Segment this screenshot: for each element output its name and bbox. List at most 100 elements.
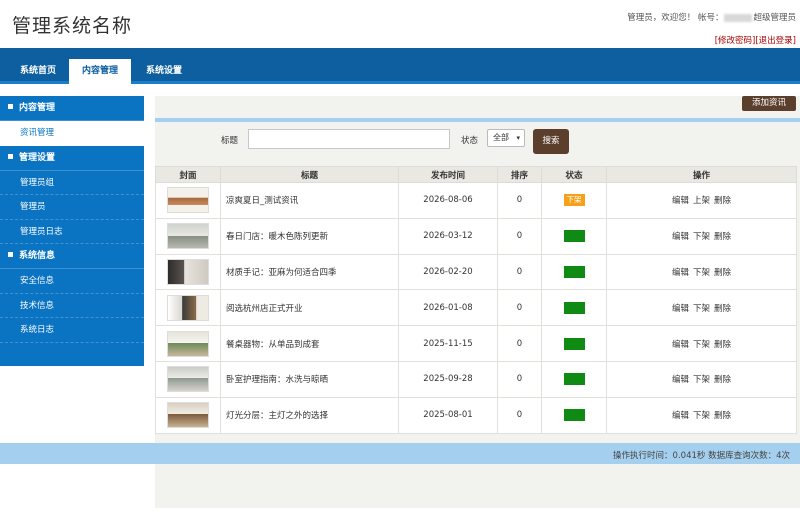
edit-link[interactable]: 编辑: [672, 411, 689, 421]
cover-cell: [155, 217, 221, 255]
sidebar-group-label: 内容管理: [19, 103, 56, 113]
site-title: 管理系统名称: [12, 15, 133, 37]
cover-cell: [155, 396, 221, 434]
news-table: 封面 标题 发布时间 排序 状态 操作 凉爽夏日_测试资讯 2026-08-06 0…: [155, 166, 797, 434]
date-cell: 2025-11-15: [398, 325, 498, 362]
edit-link[interactable]: 编辑: [672, 268, 689, 278]
col-actions: 操作: [606, 166, 797, 183]
cover-cell: [155, 325, 221, 362]
delete-link[interactable]: 删除: [714, 340, 731, 350]
status-cell: 上架: [541, 360, 607, 398]
col-date: 发布时间: [398, 166, 498, 183]
search-button[interactable]: 搜索: [533, 129, 569, 154]
toggle-publish-link[interactable]: 下架: [693, 232, 710, 242]
sidebar-item-security-info[interactable]: 安全信息: [0, 269, 144, 294]
sidebar-item-system-logs[interactable]: 系统日志: [0, 318, 144, 343]
sidebar-item-admin-groups[interactable]: 管理员组: [0, 171, 144, 195]
top-navbar: 系统首页 内容管理 系统设置: [0, 48, 800, 84]
header: 管理系统名称 管理员，欢迎您！ 帐号： 超级管理员 [修改密码][退出登录]: [0, 0, 800, 48]
status-cell: 上架: [541, 217, 607, 255]
date-cell: 2025-08-01: [398, 396, 498, 434]
delete-link[interactable]: 删除: [714, 268, 731, 278]
cover-thumbnail: [167, 223, 209, 250]
col-title: 标题: [220, 166, 399, 183]
sidebar-item-admins[interactable]: 管理员: [0, 195, 144, 220]
square-icon: [8, 104, 13, 109]
edit-link[interactable]: 编辑: [672, 304, 689, 314]
delete-link[interactable]: 删除: [714, 232, 731, 242]
title-search-input[interactable]: [248, 129, 450, 149]
delete-link[interactable]: 删除: [714, 196, 731, 206]
title-cell[interactable]: 餐桌器物：从单品到成套: [220, 325, 399, 362]
actions-cell: 编辑 下架 删除: [606, 217, 797, 255]
edit-link[interactable]: 编辑: [672, 196, 689, 206]
user-greeting: 管理员，欢迎您！ 帐号：: [627, 13, 724, 23]
sidebar-item-news[interactable]: 资讯管理: [0, 121, 144, 146]
footer-bar: 操作执行时间：0.041秒 数据库查询次数：4次: [0, 443, 800, 464]
sidebar-group-content[interactable]: 内容管理: [0, 96, 144, 121]
actions-cell: 编辑 下架 删除: [606, 325, 797, 362]
title-cell[interactable]: 春日门店：暖木色陈列更新: [220, 217, 399, 255]
title-cell[interactable]: 材质手记：亚麻为何适合四季: [220, 253, 399, 291]
title-cell[interactable]: 灯光分层：主灯之外的选择: [220, 396, 399, 434]
edit-link[interactable]: 编辑: [672, 232, 689, 242]
sidebar-group-label: 管理设置: [19, 152, 56, 163]
actions-cell: 编辑 下架 删除: [606, 360, 797, 398]
title-cell[interactable]: 阅选杭州店正式开业: [220, 289, 399, 327]
edit-link[interactable]: 编辑: [672, 375, 689, 385]
date-cell: 2026-03-12: [398, 217, 498, 255]
toggle-publish-link[interactable]: 下架: [693, 411, 710, 421]
edit-link[interactable]: 编辑: [672, 340, 689, 350]
table-row: 卧室护理指南：水洗与晾晒 2025-09-28 0 上架 编辑 下架 删除: [155, 360, 797, 398]
status-badge: 上架: [563, 337, 585, 350]
user-links: [修改密码][退出登录]: [715, 34, 796, 46]
order-cell: 0: [497, 325, 542, 362]
sidebar-group-label: 系统信息: [19, 251, 56, 261]
title-cell[interactable]: 凉爽夏日_测试资讯: [220, 182, 399, 219]
title-cell[interactable]: 卧室护理指南：水洗与晾晒: [220, 360, 399, 398]
status-cell: 上架: [541, 396, 607, 434]
delete-link[interactable]: 删除: [714, 375, 731, 385]
user-role: 超级管理员: [753, 13, 796, 23]
delete-link[interactable]: 删除: [714, 304, 731, 314]
status-select-value: 全部: [493, 133, 509, 142]
tab-home[interactable]: 系统首页: [10, 59, 66, 84]
status-badge: 上架: [563, 373, 585, 386]
sidebar-item-tech-info[interactable]: 技术信息: [0, 294, 144, 318]
status-select[interactable]: 全部 ▾: [487, 129, 525, 147]
toggle-publish-link[interactable]: 上架: [693, 196, 710, 206]
status-badge: 上架: [563, 230, 585, 243]
order-cell: 0: [497, 253, 542, 291]
toggle-publish-link[interactable]: 下架: [693, 268, 710, 278]
title-filter-label: 标题: [221, 136, 239, 146]
col-order: 排序: [497, 166, 542, 183]
actions-cell: 编辑 下架 删除: [606, 396, 797, 434]
status-cell: 下架: [541, 182, 607, 219]
tab-content-management[interactable]: 内容管理: [69, 59, 131, 84]
sidebar-group-system[interactable]: 系统信息: [0, 244, 144, 269]
divider: [155, 118, 800, 122]
table-header-row: 封面 标题 发布时间 排序 状态 操作: [155, 166, 797, 183]
actions-cell: 编辑 下架 删除: [606, 253, 797, 291]
toggle-publish-link[interactable]: 下架: [693, 304, 710, 314]
tab-system-settings[interactable]: 系统设置: [136, 59, 192, 84]
cover-cell: [155, 360, 221, 398]
logout-link[interactable]: [退出登录]: [755, 36, 796, 46]
sidebar-item-admin-logs[interactable]: 管理员日志: [0, 220, 144, 244]
status-cell: 上架: [541, 289, 607, 327]
table-row: 材质手记：亚麻为何适合四季 2026-02-20 0 上架 编辑 下架 删除: [155, 253, 797, 291]
cover-thumbnail: [167, 402, 209, 429]
col-cover: 封面: [155, 166, 221, 183]
actions-cell: 编辑 上架 删除: [606, 182, 797, 219]
chevron-down-icon: ▾: [516, 134, 520, 142]
delete-link[interactable]: 删除: [714, 411, 731, 421]
add-news-button[interactable]: 添加资讯: [742, 96, 796, 111]
date-cell: 2025-09-28: [398, 360, 498, 398]
sidebar: 内容管理 资讯管理 管理设置 管理员组 管理员 管理员日志 系统信息 安全信息 …: [0, 96, 144, 366]
order-cell: 0: [497, 360, 542, 398]
toggle-publish-link[interactable]: 下架: [693, 375, 710, 385]
footer-stats: 操作执行时间：0.041秒 数据库查询次数：4次: [613, 451, 790, 461]
change-password-link[interactable]: [修改密码]: [715, 36, 756, 46]
toggle-publish-link[interactable]: 下架: [693, 340, 710, 350]
sidebar-group-admin[interactable]: 管理设置: [0, 146, 144, 171]
